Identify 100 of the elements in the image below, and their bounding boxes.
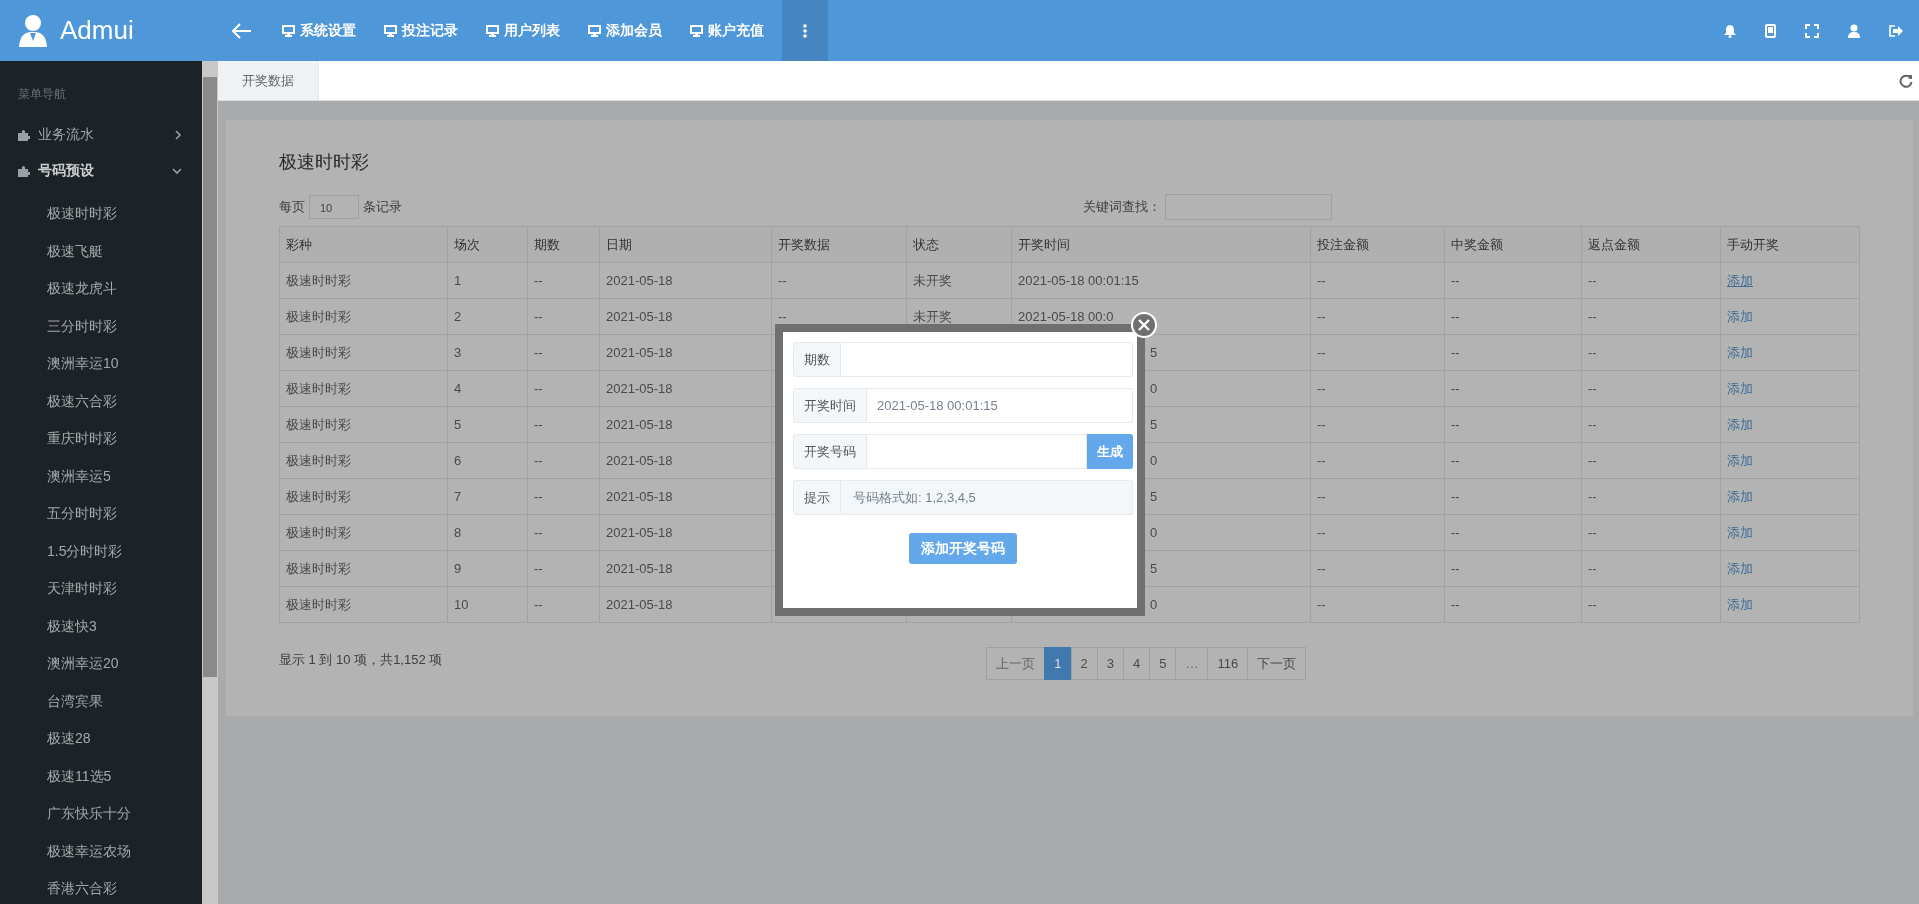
menu-item[interactable]: 香港六合彩 (0, 870, 202, 904)
menu-item[interactable]: 1.5分时时彩 (0, 532, 202, 570)
input-field[interactable] (867, 434, 1087, 469)
table-cell: -- (1588, 561, 1597, 576)
table-cell: -- (1317, 309, 1326, 324)
column-header: 中奖金额 (1444, 226, 1582, 263)
table-cell: -- (778, 309, 787, 324)
table-cell: 4 (454, 381, 462, 396)
puzzle-icon (18, 165, 30, 177)
page-size-select[interactable]: 10 (309, 195, 359, 219)
table-cell-text: 5 (1149, 561, 1158, 576)
menu-item[interactable]: 五分时时彩 (0, 495, 202, 533)
table-cell: -- (1317, 597, 1326, 612)
menu-item[interactable]: 极速幸运农场 (0, 832, 202, 870)
back-arrow-icon[interactable] (232, 22, 252, 39)
field-label: 提示 (793, 480, 841, 515)
add-link[interactable]: 添加 (1727, 488, 1753, 504)
add-link[interactable]: 添加 (1727, 344, 1753, 360)
menu-item[interactable]: 极速快3 (0, 607, 202, 645)
add-link[interactable]: 添加 (1727, 416, 1753, 432)
page-tab[interactable]: 开奖数据 (218, 61, 319, 100)
scrollbar[interactable] (202, 61, 218, 904)
add-link[interactable]: 添加 (1727, 596, 1753, 612)
table-cell: -- (1451, 381, 1460, 396)
menu-item[interactable]: 极速28 (0, 720, 202, 758)
page-size-label: 条记录 (363, 198, 402, 216)
menu-item[interactable]: 澳洲幸运20 (0, 645, 202, 683)
table-cell: 6 (454, 453, 462, 468)
pagination-button[interactable]: 3 (1096, 647, 1124, 680)
table-cell: -- (1317, 489, 1326, 504)
menu-item[interactable]: 极速时时彩 (0, 195, 202, 233)
generate-button[interactable]: 生成 (1087, 434, 1133, 469)
table-cell: 极速时时彩 (286, 344, 351, 360)
table-cell: -- (1588, 417, 1597, 432)
table-cell: 10 (454, 597, 469, 612)
submit-button[interactable]: 添加开奖号码 (909, 533, 1017, 564)
user-icon[interactable] (1848, 23, 1860, 38)
nav-link[interactable]: 账户充值 (676, 21, 778, 40)
table-cell: -- (1451, 345, 1460, 360)
column-header: 开奖时间 (1011, 226, 1311, 263)
menu-item[interactable]: 广东快乐十分 (0, 795, 202, 833)
table-cell-text: 0 (1149, 381, 1158, 396)
panel-title: 极速时时彩 (279, 151, 370, 174)
monitor-icon (282, 24, 295, 37)
menu-item[interactable]: 三分时时彩 (0, 307, 202, 345)
add-link[interactable]: 添加 (1727, 272, 1753, 288)
table-cell: 未开奖 (913, 272, 952, 288)
logout-icon[interactable] (1889, 24, 1903, 37)
add-link[interactable]: 添加 (1727, 308, 1753, 324)
input-field[interactable]: 2021-05-18 00:01:15 (867, 388, 1133, 423)
menu-item[interactable]: 澳洲幸运5 (0, 457, 202, 495)
menu-group[interactable]: 业务流水 (0, 117, 202, 153)
menu-item[interactable]: 天津时时彩 (0, 570, 202, 608)
nav-link[interactable]: 添加会员 (574, 21, 676, 40)
column-header: 场次 (447, 226, 528, 263)
table-cell: 2021-05-18 00:01:15 (1018, 273, 1139, 288)
column-header: 手动开奖 (1720, 226, 1860, 263)
table-cell: -- (1588, 453, 1597, 468)
fullscreen-icon[interactable] (1805, 23, 1819, 38)
menu-item[interactable]: 极速飞艇 (0, 232, 202, 270)
table-cell: -- (1451, 489, 1460, 504)
add-link[interactable]: 添加 (1727, 560, 1753, 576)
table-cell: 9 (454, 561, 462, 576)
pagination-button[interactable]: 116 (1207, 647, 1249, 680)
nav-link[interactable]: 用户列表 (472, 21, 574, 40)
table-cell: -- (1317, 417, 1326, 432)
table-cell: 极速时时彩 (286, 272, 351, 288)
refresh-icon[interactable] (1899, 73, 1913, 88)
app-logo-text: Admui (60, 15, 134, 46)
menu-group[interactable]: 号码预设 (0, 153, 202, 189)
nav-link[interactable]: 系统设置 (268, 21, 370, 40)
menu-item[interactable]: 极速龙虎斗 (0, 270, 202, 308)
table-cell: 2021-05-18 (606, 273, 673, 288)
bell-icon[interactable] (1724, 23, 1736, 38)
table-cell: 2021-05-18 (606, 309, 673, 324)
pagination-button[interactable]: 1 (1044, 647, 1072, 680)
table-cell: -- (1588, 597, 1597, 612)
add-link[interactable]: 添加 (1727, 524, 1753, 540)
menu-item[interactable]: 极速11选5 (0, 757, 202, 795)
input-field[interactable] (841, 342, 1133, 377)
pagination-button[interactable]: 2 (1070, 647, 1098, 680)
table-cell: -- (1317, 273, 1326, 288)
menu-item[interactable]: 澳洲幸运10 (0, 345, 202, 383)
nav-link[interactable]: 投注记录 (370, 21, 472, 40)
field-label: 开奖号码 (793, 434, 867, 469)
add-link[interactable]: 添加 (1727, 452, 1753, 468)
tablet-icon[interactable] (1765, 23, 1776, 38)
table-cell: 2021-05-18 00:0 (1018, 309, 1114, 324)
table-cell: 8 (454, 525, 462, 540)
menu-item[interactable]: 重庆时时彩 (0, 420, 202, 458)
table-cell: -- (1317, 561, 1326, 576)
pagination-button[interactable]: 4 (1123, 647, 1151, 680)
table-cell: 2021-05-18 (606, 597, 673, 612)
table-cell: 2021-05-18 (606, 489, 673, 504)
add-link[interactable]: 添加 (1727, 380, 1753, 396)
menu-item[interactable]: 台湾宾果 (0, 682, 202, 720)
menu-item[interactable]: 极速六合彩 (0, 382, 202, 420)
table-cell: 2021-05-18 (606, 417, 673, 432)
table-cell: 极速时时彩 (286, 596, 351, 612)
pagination-button[interactable]: 5 (1149, 647, 1177, 680)
